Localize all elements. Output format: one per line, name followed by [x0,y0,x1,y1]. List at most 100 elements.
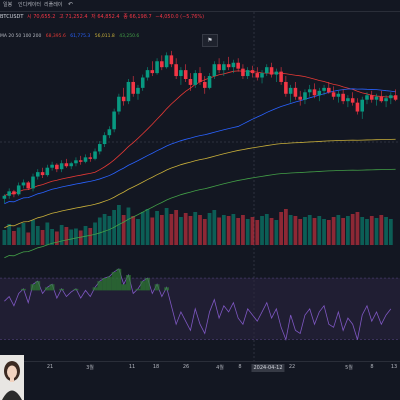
candle-body [64,163,69,167]
volume-bar [384,217,388,245]
candle-body [279,71,283,82]
candle-body [327,87,331,93]
volume-bar [97,217,102,245]
volume-bar [379,215,384,245]
candle-body [112,111,116,130]
volume-bar [207,213,212,245]
volume-bar [31,220,35,245]
candle-body [265,67,269,74]
time-axis-label: 11 [128,364,136,370]
candle-body [45,167,50,176]
candle-body [346,98,350,102]
volume-bar [241,215,245,245]
volume-bar [126,207,131,245]
candle-body [336,93,341,97]
change-value: −4,050.0 (−5.76%) [155,14,205,20]
candle-body [379,96,384,102]
candle-body [107,129,112,136]
volume-bar [365,219,369,245]
candle-body [83,157,88,162]
rsi-overbought-fill [106,276,112,291]
rsi-overbought-fill [92,287,98,291]
volume-bar [355,212,360,245]
volume-bar [236,218,241,245]
candle-body [269,67,274,75]
rsi-overbought-fill [111,271,117,291]
volume-bar [174,210,179,245]
candle-body [35,172,40,177]
candle-body [40,172,45,176]
volume-bar [250,217,255,245]
open-value: 시 70,655.2 [27,14,56,20]
rsi-overbought-fill [154,284,160,291]
candle-body [317,90,322,96]
time-axis-label: 4월 [216,365,224,371]
candle-body [150,70,155,74]
candle-body [131,81,135,94]
candle-body [21,182,26,186]
candle-body [160,61,164,68]
time-axis-label: 2024-04-12 [251,364,285,372]
volume-bar [83,226,88,245]
candle-body [389,95,393,99]
rsi-overbought-fill [164,287,169,291]
candle-body [350,98,355,103]
rsi-overbought-fill [145,278,150,291]
ma-100-line [4,138,396,229]
volume-bar [317,216,322,245]
volume-bar [212,210,217,245]
ma-20-line [4,70,396,197]
candle-body [188,79,193,85]
candle-body [2,195,7,199]
candle-body [198,73,202,82]
volume-bar [21,223,26,245]
volume-bar [26,232,31,245]
candle-body [174,64,178,77]
ma-value-4: 43,250.6 [119,34,140,39]
candle-body [16,185,21,195]
ma-value-2: 61,775.3 [70,34,91,39]
volume-bar [102,214,107,245]
candle-body [360,99,365,112]
rsi-overbought-fill [49,284,55,291]
rsi-overbought-fill [121,284,127,291]
volume-bar [226,216,231,245]
rsi-overbought-fill [35,281,41,291]
volume-bar [255,220,260,245]
candle-body [207,76,212,88]
volume-bar [16,227,21,245]
ma-legend: MA 20 50 100 200 68,395.6 61,775.3 56,01… [0,34,142,39]
symbol-label: BTCUSDT [0,14,24,20]
candle-body [274,71,279,75]
volume-bar [331,217,336,245]
volume-bar [350,214,355,245]
rsi-overbought-fill [73,288,79,291]
price-chart[interactable] [0,0,400,400]
rsi-overbought-fill [97,281,103,291]
candle-body [102,135,107,145]
avatar-image [0,355,24,400]
volume-bar [217,217,221,245]
candle-body [222,64,226,71]
volume-bar [388,219,393,245]
time-axis[interactable]: 15213월1118264월82024-04-12225월813 [0,361,400,374]
volume-bar [245,219,250,245]
candle-body [298,96,302,100]
volume-bar [374,218,379,245]
candle-body [164,55,169,68]
bottom-bar [0,374,400,400]
volume-bar [2,230,7,245]
volume-bar [360,217,365,245]
ma-label: MA 20 50 100 200 [0,34,42,39]
volume-bar [336,215,341,245]
rsi-overbought-fill [135,288,141,291]
candle-body [307,89,312,93]
time-axis-label: 18 [152,364,160,370]
volume-bar [264,214,269,245]
flag-icon[interactable]: ⚑ [202,34,218,47]
candle-body [393,95,398,100]
rsi-overbought-fill [44,287,50,291]
ma-50-line [4,88,396,205]
volume-bar [107,216,112,245]
candle-body [7,191,11,196]
